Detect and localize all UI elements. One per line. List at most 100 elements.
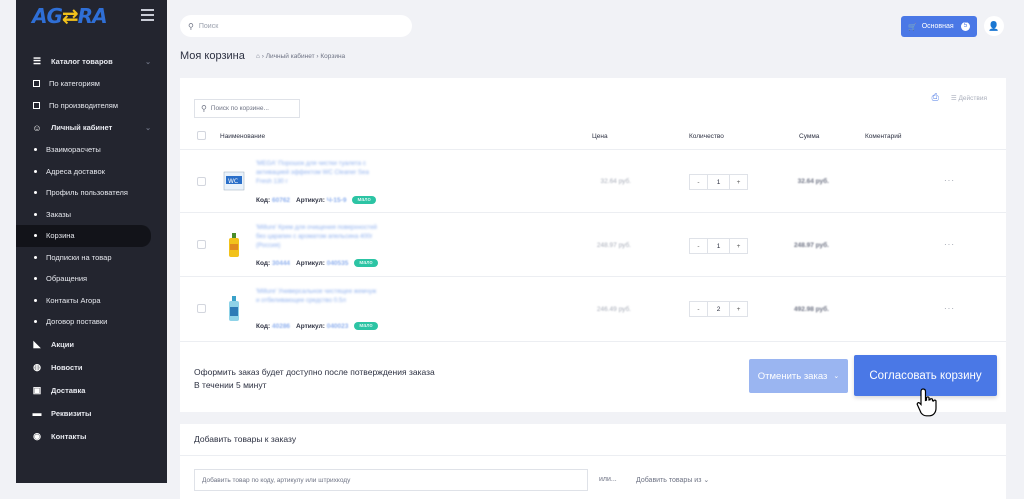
chevron-icon: ⌄ [145,124,151,132]
breadcrumb: ⌂ › Личный кабинет › Корзина [256,53,346,60]
search-icon: ⚲ [201,104,207,113]
qty-plus-button[interactable]: + [730,239,747,253]
table-header: Наименование Цена Количество Сумма Комен… [180,126,1006,150]
cart-tools: ⎙ ☰ Действия [932,92,987,103]
product-name[interactable]: 'Millure' Крем для очищения поверхностей… [256,223,381,250]
cart-icon: 🛒 [908,23,917,31]
truck-icon: ▣ [32,384,42,395]
table-row: 'Millure' Крем для очищения поверхностей… [180,214,1006,277]
or-label: или... [599,476,617,483]
quantity-stepper[interactable]: -2 + [689,301,748,317]
sidebar-item-profile[interactable]: Профиль пользователя [16,182,167,204]
add-goods-input[interactable]: Добавить товар по коду, артикулу или штр… [194,469,588,491]
sidebar-item-contract[interactable]: Договор поставки [16,311,167,333]
more-icon[interactable]: ··· [944,240,955,249]
sidebar-item-requests[interactable]: Обращения [16,268,167,290]
sidebar-nav: ☰ Каталог товаров ⌄ По категориям По произ… [16,50,167,448]
row-checkbox[interactable] [197,240,206,249]
product-meta: Код: 40286 Артикул: 040023 мало [256,322,378,330]
more-icon[interactable]: ··· [944,176,955,185]
sidebar-item-news[interactable]: ◍ Новости [16,356,167,379]
row-sum: 492.98 руб. [793,306,829,313]
table-row: WC 'MEGA' Порошок для чистки туалета с а… [180,150,1006,213]
sidebar-item-subscriptions[interactable]: Подписки на товар [16,247,167,269]
sidebar-item-contacts[interactable]: ◉ Контакты [16,425,167,448]
qty-minus-button[interactable]: - [690,175,707,189]
qty-minus-button[interactable]: - [690,239,707,253]
row-sum: 32.64 руб. [797,178,829,185]
page-title: Моя корзина [180,50,245,62]
col-comment: Коментарий [865,133,902,140]
col-sum: Сумма [799,133,820,140]
search-icon: ⚲ [188,21,194,31]
sidebar-item-by-manufacturer[interactable]: По производителям [16,95,167,117]
qty-value[interactable]: 2 [707,302,730,316]
add-goods-card: Добавить товары к заказу Добавить товар … [180,424,1006,499]
select-all-checkbox[interactable] [197,131,206,140]
product-image[interactable] [222,296,246,322]
stock-badge: мало [354,322,378,330]
col-qty: Количество [689,133,724,140]
sidebar-item-settlements[interactable]: Взаиморасчеты [16,139,167,161]
print-icon[interactable]: ⎙ [932,92,939,103]
sidebar-item-orders[interactable]: Заказы [16,204,167,226]
more-icon[interactable]: ··· [944,304,955,313]
qty-plus-button[interactable]: + [730,175,747,189]
chevron-down-icon: ⌄ [703,477,710,484]
add-goods-from-dropdown[interactable]: Добавить товары из ⌄ [636,476,709,484]
actions-menu[interactable]: ☰ Действия [951,94,987,102]
order-notice: Оформить заказ будет доступно после потв… [194,367,435,390]
product-name[interactable]: 'Millure' Универсальное чистящее жемчуж … [256,287,381,305]
hand-cursor-icon [916,388,937,417]
qty-value[interactable]: 1 [707,175,730,189]
svg-text:WC: WC [228,178,238,185]
sidebar: AG⇄RA ☰ Каталог товаров ⌄ По категориям По… [16,0,167,483]
sidebar-item-agora-contacts[interactable]: Контакты Агора [16,290,167,312]
sidebar-item-delivery[interactable]: ▣ Доставка [16,379,167,402]
user-icon: ☺ [32,122,42,133]
cart-card: ⚲ Поиск по корзине... ⎙ ☰ Действия Наимено… [180,78,1006,412]
chevron-icon: ⌄ [145,58,151,66]
menu-burger-icon[interactable] [141,9,154,24]
search-input[interactable]: ⚲ Поиск [180,15,412,37]
qty-plus-button[interactable]: + [730,302,747,316]
price: 246.49 руб. [596,306,631,313]
chevron-down-icon: ⌄ [833,373,840,380]
product-image[interactable]: WC [222,168,246,194]
cancel-order-button[interactable]: Отменить заказ ⌄ [749,359,848,393]
sidebar-item-cabinet[interactable]: ☺ Личный кабинет ⌄ [16,116,167,139]
product-name[interactable]: 'MEGA' Порошок для чистки туалета с акти… [256,159,381,186]
stock-badge: мало [354,259,378,267]
product-meta: Код: 30444 Артикул: 040535 мало [256,259,378,267]
bell-icon: ◍ [33,361,41,372]
row-checkbox[interactable] [197,304,206,313]
sidebar-item-requisites[interactable]: ▬ Реквизиты [16,402,167,425]
cart-search-input[interactable]: ⚲ Поиск по корзине... [194,99,300,118]
cart-count-badge: 5 [961,22,970,31]
sidebar-item-cart[interactable]: Корзина [16,225,151,247]
sidebar-item-addresses[interactable]: Адреса доставок [16,161,167,183]
list-icon: ☰ [950,94,957,102]
sidebar-item-catalog[interactable]: ☰ Каталог товаров ⌄ [16,50,167,73]
location-icon: ◉ [33,430,41,441]
col-price: Цена [592,133,608,140]
sidebar-item-by-category[interactable]: По категориям [16,73,167,95]
quantity-stepper[interactable]: -1 + [689,238,748,254]
stock-badge: мало [352,196,376,204]
col-name: Наименование [220,133,266,140]
quantity-stepper[interactable]: -1 + [689,174,748,190]
main-cart-button[interactable]: 🛒 Основная 5 [901,16,977,37]
qty-minus-button[interactable]: - [690,302,707,316]
list-icon: ☰ [32,56,42,66]
product-image[interactable] [222,232,246,258]
sidebar-item-promotions[interactable]: ◣ Акции [16,333,167,356]
agora-logo[interactable]: AG⇄RA [32,4,108,28]
avatar[interactable]: 👤 [984,16,1004,36]
row-sum: 248.97 руб. [793,242,829,249]
card-icon: ▬ [32,408,42,418]
add-goods-title: Добавить товары к заказу [194,434,297,444]
home-icon[interactable]: ⌂ [256,53,260,60]
qty-value[interactable]: 1 [707,239,730,253]
price: 32.64 руб. [600,178,631,185]
row-checkbox[interactable] [197,177,206,186]
